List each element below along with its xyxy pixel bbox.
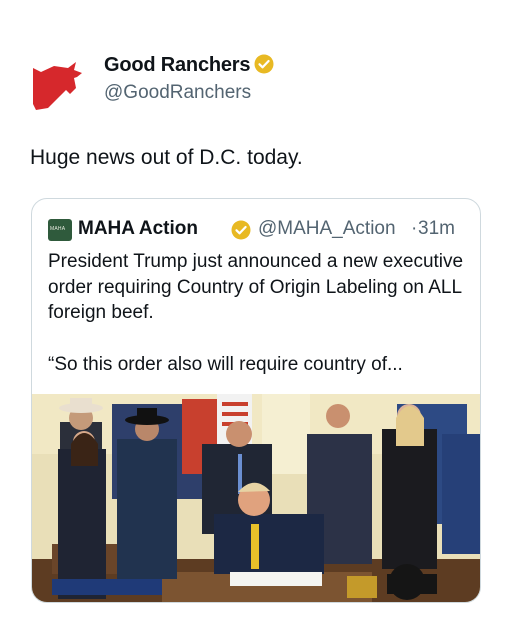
quoted-tweet-text: President Trump just announced a new exe… — [48, 249, 468, 377]
quoted-author-name[interactable]: MAHA Action — [78, 218, 198, 240]
quoted-text-paragraph: “So this order also will require country… — [48, 353, 403, 375]
verified-badge-icon — [231, 220, 251, 240]
avatar[interactable]: MAHA — [48, 219, 72, 241]
quoted-tweet-card[interactable]: MAHA MAHA Action @MAHA_Action · 31m Pres… — [31, 198, 481, 603]
timestamp[interactable]: 31m — [418, 218, 455, 240]
separator-dot: · — [411, 218, 418, 239]
bull-head-icon[interactable] — [30, 56, 84, 110]
verified-badge-icon — [254, 54, 274, 74]
quoted-author-handle[interactable]: @MAHA_Action — [258, 218, 396, 240]
media-image[interactable] — [32, 394, 480, 602]
author-handle[interactable]: @GoodRanchers — [104, 82, 251, 104]
post-header: Good Ranchers @GoodRanchers — [30, 52, 490, 112]
quoted-text-paragraph: President Trump just announced a new exe… — [48, 251, 464, 323]
author-name[interactable]: Good Ranchers — [104, 54, 274, 77]
tweet-text: Huge news out of D.C. today. — [30, 146, 303, 169]
